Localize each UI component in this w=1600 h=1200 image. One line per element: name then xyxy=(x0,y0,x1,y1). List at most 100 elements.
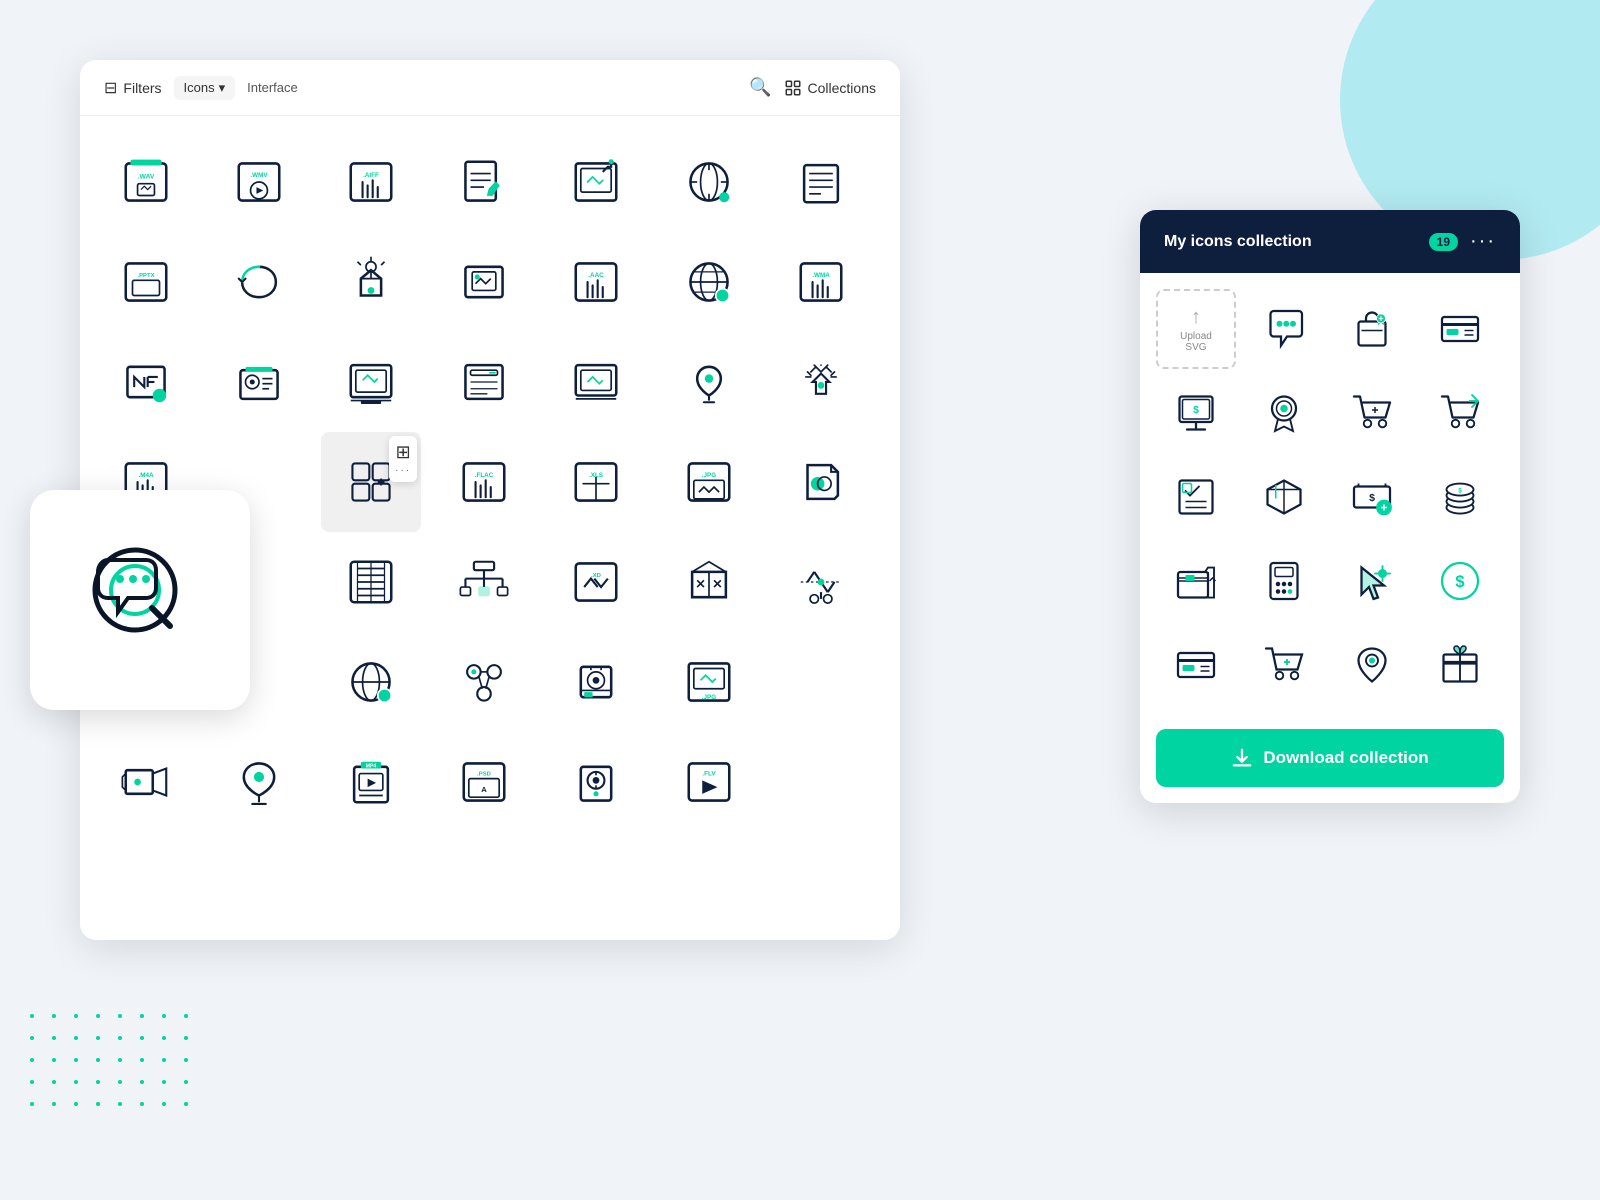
toolbar: ⊟ Filters Icons ▾ Interface 🔍 Collection… xyxy=(80,60,900,116)
more-options-button[interactable]: ··· xyxy=(1470,230,1496,253)
collections-button[interactable]: Collections xyxy=(784,79,876,97)
list-item[interactable]: .AIFF xyxy=(321,132,421,232)
list-item[interactable] xyxy=(434,332,534,432)
list-item[interactable]: $ xyxy=(1332,457,1412,537)
svg-text:.WAV: .WAV xyxy=(138,174,155,181)
collection-icons-grid: ↑ UploadSVG xyxy=(1140,273,1520,721)
list-item[interactable] xyxy=(1332,373,1412,453)
list-item[interactable] xyxy=(1244,541,1324,621)
list-item[interactable] xyxy=(659,132,759,232)
list-item[interactable]: .XD xyxy=(546,532,646,632)
list-item[interactable]: ⊞ ··· xyxy=(321,432,421,532)
filters-button[interactable]: ⊟ Filters xyxy=(104,78,162,98)
list-item[interactable] xyxy=(1156,457,1236,537)
list-item[interactable] xyxy=(321,232,421,332)
svg-text:.PSD: .PSD xyxy=(477,771,491,777)
preview-svg xyxy=(70,530,210,670)
svg-text:.XD: .XD xyxy=(591,573,601,579)
list-item[interactable]: .WAV xyxy=(96,132,196,232)
upload-svg-button[interactable]: ↑ UploadSVG xyxy=(1156,289,1236,369)
list-item[interactable]: .JPG xyxy=(659,432,759,532)
download-collection-button[interactable]: Download collection xyxy=(1156,729,1504,787)
list-item[interactable]: .PPTX xyxy=(96,232,196,332)
list-item[interactable]: .WMV xyxy=(209,132,309,232)
svg-text:.AIFF: .AIFF xyxy=(363,172,379,179)
filters-label: Filters xyxy=(123,80,161,96)
list-item[interactable]: .PSD A xyxy=(434,732,534,832)
svg-text:.FLAC: .FLAC xyxy=(474,472,493,479)
list-item[interactable] xyxy=(434,632,534,732)
list-item[interactable]: $ xyxy=(1420,541,1500,621)
svg-text:$: $ xyxy=(1369,492,1375,504)
list-item[interactable]: .FLAC xyxy=(434,432,534,532)
download-label: Download collection xyxy=(1263,748,1428,768)
chevron-down-icon: ▾ xyxy=(219,80,226,96)
list-item[interactable] xyxy=(1420,373,1500,453)
svg-text:.WMA: .WMA xyxy=(813,272,831,279)
icons-label: Icons xyxy=(184,80,215,95)
list-item[interactable] xyxy=(1244,289,1324,369)
list-item[interactable] xyxy=(434,532,534,632)
list-item[interactable] xyxy=(96,332,196,432)
list-item[interactable] xyxy=(546,732,646,832)
list-item[interactable] xyxy=(1332,625,1412,705)
list-item[interactable] xyxy=(321,332,421,432)
list-item[interactable] xyxy=(434,232,534,332)
list-item[interactable] xyxy=(659,332,759,432)
download-icon xyxy=(1231,747,1253,769)
list-item[interactable] xyxy=(209,732,309,832)
list-item[interactable] xyxy=(321,632,421,732)
search-icon[interactable]: 🔍 xyxy=(749,77,771,98)
list-item[interactable]: .WMA xyxy=(771,232,871,332)
filter-icon: ⊟ xyxy=(104,78,117,98)
list-item[interactable] xyxy=(546,632,646,732)
list-item[interactable] xyxy=(659,532,759,632)
svg-text:.FLV: .FLV xyxy=(702,770,716,777)
icons-dropdown[interactable]: Icons ▾ xyxy=(174,76,236,100)
list-item[interactable]: .XLS xyxy=(546,432,646,532)
svg-text:MP4: MP4 xyxy=(366,764,377,770)
list-item[interactable]: .FLV xyxy=(659,732,759,832)
collections-panel: My icons collection 19 ··· ↑ UploadSVG xyxy=(1140,210,1520,803)
list-item[interactable] xyxy=(1244,625,1324,705)
list-item[interactable] xyxy=(1332,289,1412,369)
list-item[interactable]: .JPG xyxy=(659,632,759,732)
list-item[interactable] xyxy=(96,732,196,832)
list-item[interactable] xyxy=(209,232,309,332)
svg-text:$: $ xyxy=(1193,404,1199,416)
list-item[interactable]: MP4 xyxy=(321,732,421,832)
panel-header: My icons collection 19 ··· xyxy=(1140,210,1520,273)
list-item[interactable] xyxy=(1156,541,1236,621)
list-item[interactable]: $ xyxy=(1420,457,1500,537)
list-item[interactable] xyxy=(546,332,646,432)
add-to-collection-overlay[interactable]: ⊞ ··· xyxy=(389,436,417,482)
list-item[interactable] xyxy=(1244,457,1324,537)
list-item[interactable] xyxy=(771,132,871,232)
list-item[interactable] xyxy=(1420,625,1500,705)
svg-text:.JPG: .JPG xyxy=(702,694,716,701)
list-item[interactable] xyxy=(1420,289,1500,369)
list-item[interactable] xyxy=(1244,373,1324,453)
list-item[interactable] xyxy=(1332,541,1412,621)
collection-title: My icons collection xyxy=(1164,233,1417,251)
list-item[interactable] xyxy=(771,532,871,632)
list-item[interactable] xyxy=(209,332,309,432)
upload-icon: ↑ xyxy=(1191,306,1201,329)
svg-text:A: A xyxy=(481,785,487,794)
svg-text:.WMV: .WMV xyxy=(250,172,268,179)
collections-icon xyxy=(784,79,802,97)
list-item[interactable]: $ xyxy=(1156,373,1236,453)
svg-text:.PPTX: .PPTX xyxy=(137,273,154,279)
list-item[interactable] xyxy=(434,132,534,232)
svg-text:.JPG: .JPG xyxy=(702,472,716,479)
list-item[interactable] xyxy=(1156,625,1236,705)
floating-icon-preview xyxy=(30,490,250,710)
svg-text:.M4A: .M4A xyxy=(138,472,154,479)
list-item[interactable] xyxy=(771,332,871,432)
svg-text:$: $ xyxy=(1455,573,1464,591)
list-item[interactable]: .AAC xyxy=(546,232,646,332)
list-item[interactable] xyxy=(321,532,421,632)
list-item[interactable] xyxy=(546,132,646,232)
list-item[interactable] xyxy=(659,232,759,332)
list-item[interactable] xyxy=(771,432,871,532)
